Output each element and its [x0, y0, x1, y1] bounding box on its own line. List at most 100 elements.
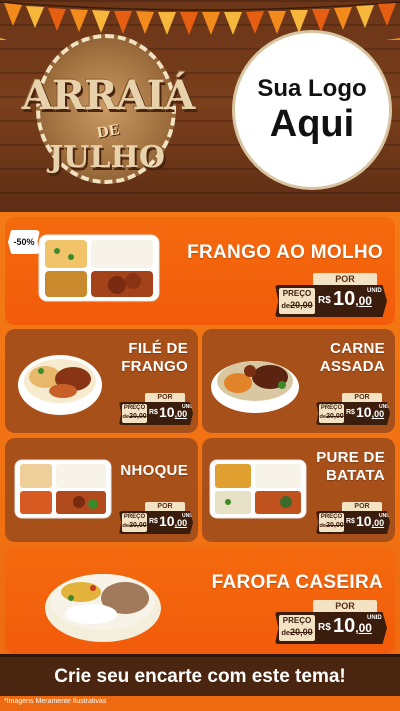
product-card-nhoque[interactable]: NHOQUE POR PREÇO de20,00 R$ 10,00 UNID	[5, 438, 198, 542]
old-price-value: 20,00	[129, 522, 147, 529]
old-price: de20,00	[319, 412, 344, 422]
unit-label: UNID	[379, 513, 392, 519]
header: ARRAIÁ DE JULHO Sua Logo Aqui	[0, 0, 400, 212]
price-int: 10	[333, 288, 356, 310]
food-image-plate	[18, 355, 102, 415]
currency: R$	[346, 409, 355, 416]
arraia-de-julho-logo: ARRAIÁ DE JULHO	[8, 30, 198, 195]
food-image-marmita-tray	[38, 234, 160, 302]
food-image-bowl	[211, 361, 299, 413]
price-tag: POR PREÇO de20,00 R$ 10,00 UNID	[316, 502, 390, 538]
product-card-pure-de-batata[interactable]: PURE DE BATATA POR PREÇO de20,00 R$ 10,0…	[202, 438, 395, 542]
price-cents: ,00	[355, 294, 372, 308]
store-logo-line2: Aqui	[269, 103, 355, 145]
preco-label: PREÇO	[320, 405, 343, 411]
old-price-value: 20,00	[129, 413, 147, 420]
food-image-bowl	[45, 574, 161, 642]
currency: R$	[149, 518, 158, 525]
price-int: 10	[356, 513, 372, 529]
product-name-line2: BATATA	[325, 467, 385, 484]
unit-label: UNID	[379, 404, 392, 410]
product-card-farofa-caseira[interactable]: FAROFA CASEIRA POR PREÇO de20,00 R$ 10,0…	[5, 548, 395, 654]
food-image-marmita-tray	[209, 459, 307, 519]
product-card-frango-ao-molho[interactable]: FRANGO AO MOLHO POR PREÇO de20,00 R$ 10,…	[5, 217, 395, 325]
unit-label: UNID	[182, 513, 195, 519]
old-price-block: PREÇO de20,00	[122, 404, 147, 423]
price-box: PREÇO de20,00 R$ 10,00 UNID	[316, 511, 390, 534]
price-box: PREÇO de20,00 R$ 10,00 UNID	[119, 402, 193, 425]
product-name: FRANGO AO MOLHO	[187, 242, 383, 263]
old-price-block: PREÇO de20,00	[279, 615, 315, 641]
price-cents: ,00	[174, 409, 188, 419]
old-price: de20,00	[279, 626, 315, 639]
por-label: POR	[313, 600, 377, 612]
unit-label: UNID	[182, 404, 195, 410]
currency: R$	[318, 622, 331, 633]
price-cents: ,00	[371, 518, 385, 528]
product-card-carne-assada[interactable]: CARNE ASSADA POR PREÇO de20,00 R$ 10,00 …	[202, 329, 395, 433]
store-logo-line1: Sua Logo	[257, 75, 367, 102]
price-int: 10	[159, 404, 175, 420]
unit-label: UNID	[367, 615, 382, 621]
price-cents: ,00	[355, 621, 372, 635]
price-tag: POR PREÇO de20,00 R$ 10,00 UNID	[316, 393, 390, 429]
currency: R$	[318, 295, 331, 306]
product-name-line1: FILÉ DE	[128, 340, 188, 357]
cta-text: Crie seu encarte com este tema!	[54, 665, 346, 687]
price-cents: ,00	[371, 409, 385, 419]
por-label: POR	[342, 393, 382, 402]
product-name-line1: CARNE	[330, 340, 385, 357]
old-price-value: 20,00	[326, 413, 344, 420]
image-disclaimer: *Imagens Meramente Ilustrativas	[4, 698, 107, 705]
price-box: PREÇO de20,00 R$ 10,00 UNID	[275, 612, 387, 644]
food-image-marmita-tray	[14, 459, 112, 519]
preco-label: PREÇO	[123, 405, 146, 411]
old-price-value: 20,00	[290, 300, 313, 310]
logo-word-arraia: ARRAIÁ	[21, 72, 195, 119]
price-box: PREÇO de20,00 R$ 10,00 UNID	[119, 511, 193, 534]
old-price: de20,00	[319, 521, 344, 531]
price-tag: POR PREÇO de20,00 R$ 10,00 UNID	[119, 393, 193, 429]
product-name: CARNE ASSADA	[320, 340, 385, 376]
price-tag: POR PREÇO de20,00 R$ 10,00 UNID	[275, 600, 387, 650]
price-tag: POR PREÇO de20,00 R$ 10,00 UNID	[119, 502, 193, 538]
por-label: POR	[145, 393, 185, 402]
product-card-file-de-frango[interactable]: FILÉ DE FRANGO POR PREÇO de20,00 R$ 10,0…	[5, 329, 198, 433]
price-tag: POR PREÇO de20,00 R$ 10,00 UNID	[275, 273, 387, 323]
product-name-line1: PURE DE	[316, 449, 385, 466]
unit-label: UNID	[367, 288, 382, 294]
old-price: de20,00	[122, 412, 147, 422]
preco-label: PREÇO	[123, 514, 146, 520]
store-logo-placeholder: Sua Logo Aqui	[232, 30, 392, 190]
preco-label: PREÇO	[320, 514, 343, 520]
price-int: 10	[356, 404, 372, 420]
price-int: 10	[333, 615, 356, 637]
old-price-value: 20,00	[326, 522, 344, 529]
price-box: PREÇO de20,00 R$ 10,00 UNID	[275, 285, 387, 317]
cta-banner[interactable]: Crie seu encarte com este tema!	[0, 654, 400, 696]
por-label: POR	[342, 502, 382, 511]
old-price: de20,00	[122, 521, 147, 531]
preco-label: PREÇO	[282, 289, 312, 298]
old-price: de20,00	[279, 299, 315, 312]
product-name-line2: ASSADA	[319, 358, 385, 375]
old-price-block: PREÇO de20,00	[279, 288, 315, 314]
price-int: 10	[159, 513, 175, 529]
old-price-block: PREÇO de20,00	[319, 513, 344, 532]
product-name: FILÉ DE FRANGO	[121, 340, 188, 376]
old-price-block: PREÇO de20,00	[122, 513, 147, 532]
currency: R$	[149, 409, 158, 416]
product-name: PURE DE BATATA	[316, 449, 385, 485]
preco-label: PREÇO	[282, 616, 312, 625]
product-name: NHOQUE	[120, 462, 188, 479]
logo-word-julho: JULHO	[49, 140, 165, 175]
currency: R$	[346, 518, 355, 525]
product-name-line2: FRANGO	[121, 358, 188, 375]
por-label: POR	[313, 273, 377, 285]
product-grid: FRANGO AO MOLHO POR PREÇO de20,00 R$ 10,…	[0, 212, 400, 711]
price-cents: ,00	[174, 518, 188, 528]
old-price-prefix: de	[281, 301, 291, 310]
old-price-value: 20,00	[290, 627, 313, 637]
product-name: FAROFA CASEIRA	[211, 572, 383, 593]
old-price-block: PREÇO de20,00	[319, 404, 344, 423]
